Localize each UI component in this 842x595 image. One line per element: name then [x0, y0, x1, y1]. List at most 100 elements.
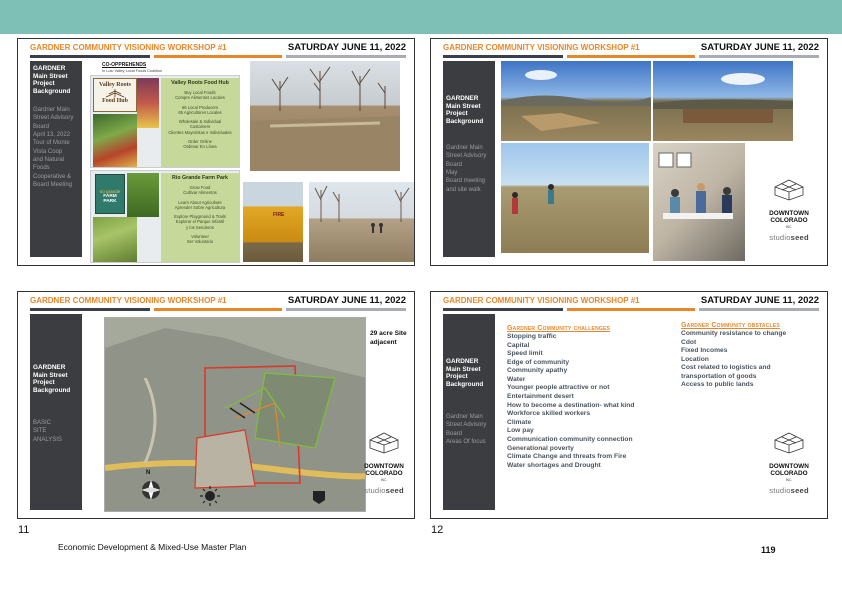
- sidebar-title: GARDNER Main Street Project Background: [33, 65, 71, 96]
- slide-site-analysis: GARDNER COMMUNITY VISIONING WORKSHOP #1 …: [17, 291, 415, 519]
- header-bars: [443, 308, 819, 311]
- header-bars: [30, 308, 406, 311]
- farm-park-panel: rio grande FARM PARK Rio Grande Farm Par…: [90, 170, 240, 263]
- slide-title: GARDNER COMMUNITY VISIONING WORKSHOP #1: [30, 296, 227, 305]
- list-item: Capital: [507, 341, 530, 349]
- slide-number: 11: [18, 524, 30, 536]
- list-item: Cost related to logistics and: [681, 364, 771, 372]
- list-item: Fixed Incomes: [681, 347, 728, 355]
- slide-sidebar: GARDNER Main Street Project Background Gard…: [443, 61, 495, 257]
- header-bars: [30, 55, 406, 58]
- list-item: transportation of goods: [681, 372, 757, 380]
- map-north-label: N: [146, 470, 151, 476]
- farm-park-logo: rio grande FARM PARK: [95, 174, 125, 214]
- downtown-colorado-logo: DOWNTOWN COLORADO INC. studioseed: [362, 432, 406, 495]
- farm-park-info: Rio Grande Farm Park Grow Food Cultivar …: [161, 173, 239, 262]
- slide-12: GARDNER COMMUNITY VISIONING WORKSHOP #1 …: [430, 38, 828, 266]
- document-page: GARDNER COMMUNITY VISIONING WORKSHOP #1 …: [0, 0, 842, 595]
- logo-name: DOWNTOWN COLORADO: [364, 463, 404, 478]
- slide-header: GARDNER COMMUNITY VISIONING WORKSHOP #1 …: [443, 295, 819, 308]
- slide-date: SATURDAY JUNE 11, 2022: [287, 295, 406, 306]
- produce-photo: [137, 78, 159, 128]
- sidebar-subtitle: Gardner Main Street Advisory Board May Board…: [446, 144, 487, 193]
- map-note: 29 acre Site adjacent: [370, 330, 407, 346]
- logo-name: DOWNTOWN COLORADO: [769, 210, 809, 225]
- trail-walk-photo: [309, 182, 414, 262]
- slide-header: GARDNER COMMUNITY VISIONING WORKSHOP #1 …: [30, 42, 406, 55]
- slide-header: GARDNER COMMUNITY VISIONING WORKSHOP #1 …: [30, 295, 406, 308]
- slide-challenges: GARDNER COMMUNITY VISIONING WORKSHOP #1 …: [430, 291, 828, 519]
- downtown-colorado-logo: DOWNTOWN COLORADO INC. studioseed: [761, 432, 817, 495]
- studioseed-logo: studioseed: [769, 232, 809, 242]
- sidebar-subtitle: BASIC SITE ANALYSIS: [33, 419, 62, 443]
- slide-11: GARDNER COMMUNITY VISIONING WORKSHOP #1 …: [17, 38, 415, 266]
- studioseed-logo: studioseed: [769, 485, 809, 495]
- sidebar-title: GARDNER Main Street Project Background: [33, 364, 71, 395]
- studioseed-logo: studioseed: [364, 485, 404, 495]
- list-item: Water: [507, 375, 526, 383]
- board-meeting-photo: [653, 143, 745, 261]
- list-item: Water shortages and Drought: [507, 461, 601, 469]
- list-item: Climate Change and threats from Fire: [507, 453, 627, 461]
- downtown-colorado-icon: [774, 432, 804, 454]
- top-color-band: [0, 0, 842, 34]
- slide-sidebar: GARDNER Main Street Project Background Gard…: [30, 61, 82, 257]
- header-bars: [443, 55, 819, 58]
- landscape-photo-left: [501, 61, 651, 141]
- food-hub-info: Valley Roots Food Hub Buy Local Foods Co…: [161, 78, 239, 167]
- slide-header: GARDNER COMMUNITY VISIONING WORKSHOP #1 …: [443, 42, 819, 55]
- farm-photo: [127, 173, 159, 217]
- downtown-colorado-logo: DOWNTOWN COLORADO INC. studioseed: [761, 179, 817, 242]
- sidebar-title: GARDNER Main Street Project Background: [446, 358, 484, 389]
- list-item: Speed limit: [507, 350, 543, 358]
- slide-date: SATURDAY JUNE 11, 2022: [700, 42, 819, 53]
- challenges-heading: Gardner Community challenges: [507, 325, 611, 332]
- list-item: Stopping traffic: [507, 333, 557, 340]
- obstacles-list: Gardner Community obstacles Community re…: [681, 322, 786, 390]
- slide-date: SATURDAY JUNE 11, 2022: [700, 295, 819, 306]
- coop-subheading: In Lulu Valley Local Foods Coalition: [102, 69, 163, 73]
- sun-icon: [200, 486, 220, 506]
- list-item: Communication community connection: [507, 435, 633, 443]
- list-item: Workforce skilled workers: [507, 410, 591, 418]
- logo-name: DOWNTOWN COLORADO: [769, 463, 809, 478]
- list-item: How to become a destination- what kind: [507, 401, 635, 409]
- garden-photo: [93, 217, 137, 262]
- slide-title: GARDNER COMMUNITY VISIONING WORKSHOP #1: [30, 43, 227, 52]
- landscape-photo-right: [653, 61, 793, 141]
- list-item: Community apathy: [507, 367, 568, 375]
- site-walk-photo: [501, 143, 649, 253]
- downtown-colorado-icon: [774, 179, 804, 201]
- list-item: Community resistance to change: [681, 330, 787, 337]
- sidebar-subtitle: Gardner Main Street Advisory Board Areas Of…: [446, 413, 487, 445]
- downtown-colorado-icon: [369, 432, 399, 454]
- list-item: Edge of community: [507, 358, 570, 366]
- slide-date: SATURDAY JUNE 11, 2022: [287, 42, 406, 53]
- list-item: Access to public lands: [681, 381, 754, 389]
- challenges-list: Gardner Community challenges Stopping tr…: [507, 325, 634, 470]
- sidebar-subtitle: Gardner Main Street Advisory Board April 13…: [33, 106, 74, 189]
- list-item: Generational poverty: [507, 444, 574, 452]
- slide-number: 12: [431, 524, 444, 536]
- list-item: Younger people attractive or not: [507, 384, 610, 392]
- site-aerial-map: N: [104, 317, 366, 512]
- slide-sidebar: GARDNER Main Street Project Background Gard…: [443, 314, 495, 510]
- sidebar-title: GARDNER Main Street Project Background: [446, 95, 484, 126]
- coop-heading: CO-OPPREHENDS: [102, 62, 147, 68]
- page-number: 119: [761, 545, 776, 555]
- site-photo-trees: [250, 61, 400, 171]
- food-hub-panel: Valley Roots Food Hub Valley Roots Food …: [90, 75, 240, 168]
- slide-sidebar: GARDNER Main Street Project Background BASI…: [30, 314, 82, 510]
- list-item: Location: [681, 355, 709, 363]
- slide-title: GARDNER COMMUNITY VISIONING WORKSHOP #1: [443, 296, 640, 305]
- vegetables-photo: [93, 114, 137, 167]
- footer-text: Economic Development & Mixed-Use Master …: [58, 542, 247, 552]
- slide-title: GARDNER COMMUNITY VISIONING WORKSHOP #1: [443, 43, 640, 52]
- valley-roots-logo: Valley Roots Food Hub: [93, 78, 137, 112]
- list-item: Entertainment desert: [507, 393, 574, 401]
- shed-photo: FIRE: [243, 182, 303, 262]
- list-item: Cdot: [681, 338, 697, 346]
- obstacles-heading: Gardner Community obstacles: [681, 322, 780, 329]
- list-item: Low pay: [507, 427, 534, 435]
- list-item: Climate: [507, 418, 532, 426]
